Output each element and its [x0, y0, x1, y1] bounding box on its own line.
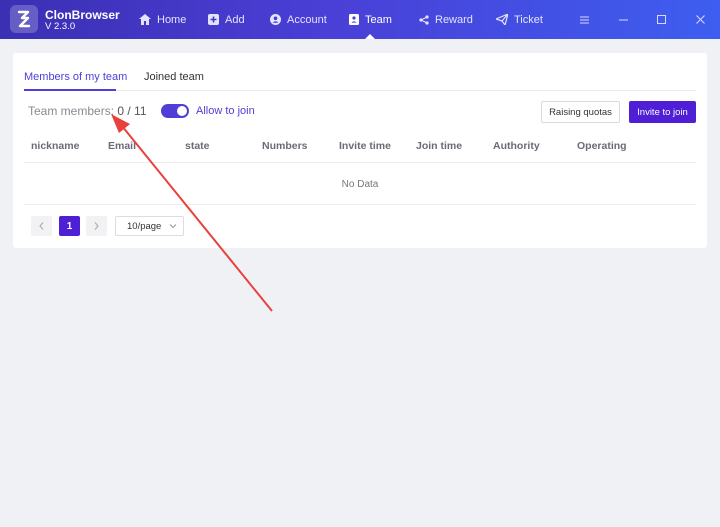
app-name: ClonBrowser [45, 8, 120, 22]
column-header-invite-time: Invite time [339, 140, 391, 152]
share-icon [419, 14, 429, 25]
close-icon [695, 15, 705, 24]
nav-ticket[interactable]: Ticket [496, 0, 543, 39]
team-members-summary: Team members: 0 / 11 [28, 104, 147, 118]
team-members-label: Team members: [28, 104, 115, 118]
active-tab-underline [24, 89, 116, 91]
nav-add[interactable]: Add [208, 0, 245, 39]
title-bar: ClonBrowser V 2.3.0 Home Add Account Tea… [0, 0, 720, 39]
pagination-next-button[interactable] [86, 216, 107, 236]
chevron-right-icon [94, 222, 99, 230]
tab-members-of-my-team[interactable]: Members of my team [24, 71, 127, 83]
nav-account[interactable]: Account [270, 0, 327, 39]
team-icon [349, 14, 359, 25]
allow-to-join-label: Allow to join [196, 105, 255, 117]
chevron-left-icon [39, 222, 44, 230]
minimize-icon [618, 19, 628, 20]
team-panel: Members of my team Joined team Team memb… [13, 53, 707, 248]
menu-button[interactable] [571, 0, 597, 39]
table-header-divider [24, 162, 696, 163]
nav-account-label: Account [287, 13, 327, 26]
hamburger-icon [579, 16, 589, 23]
column-header-authority: Authority [493, 140, 540, 152]
active-tab-indicator [365, 34, 376, 39]
column-header-join-time: Join time [416, 140, 463, 152]
home-icon [139, 14, 151, 25]
invite-to-join-button[interactable]: Invite to join [629, 101, 696, 123]
team-members-count: 0 / 11 [117, 104, 147, 118]
nav-home-label: Home [157, 13, 187, 26]
nav-reward[interactable]: Reward [419, 0, 473, 39]
empty-table-message: No Data [341, 179, 379, 190]
send-icon [496, 14, 508, 25]
maximize-button[interactable] [648, 0, 674, 39]
app-version: V 2.3.0 [45, 21, 76, 32]
tab-joined-team[interactable]: Joined team [144, 71, 204, 83]
plus-box-icon [208, 14, 219, 25]
raising-quotas-button[interactable]: Raising quotas [541, 101, 620, 123]
column-header-numbers: Numbers [262, 140, 308, 152]
nav-home[interactable]: Home [139, 0, 186, 39]
column-header-nickname: nickname [31, 140, 80, 152]
tabs-divider [24, 90, 696, 91]
page-size-select[interactable]: 10/page [115, 216, 184, 236]
table-bottom-divider [24, 204, 696, 205]
minimize-button[interactable] [610, 0, 636, 39]
chevron-down-icon [169, 224, 177, 229]
clonbrowser-logo-icon [10, 5, 38, 33]
close-button[interactable] [687, 0, 713, 39]
pagination-prev-button[interactable] [31, 216, 52, 236]
column-header-operating: Operating [577, 140, 627, 152]
toggle-knob [177, 106, 187, 116]
allow-to-join-toggle[interactable] [161, 104, 189, 118]
column-header-state: state [185, 140, 210, 152]
pagination-page-1[interactable]: 1 [59, 216, 80, 236]
nav-team[interactable]: Team [349, 0, 392, 39]
nav-add-label: Add [225, 13, 245, 26]
page-size-value: 10/page [127, 220, 162, 232]
nav-reward-label: Reward [435, 13, 473, 26]
account-icon [270, 14, 281, 25]
maximize-icon [656, 15, 666, 24]
nav-team-label: Team [365, 13, 392, 26]
nav-ticket-label: Ticket [514, 13, 543, 26]
column-header-email: Email [108, 140, 137, 152]
